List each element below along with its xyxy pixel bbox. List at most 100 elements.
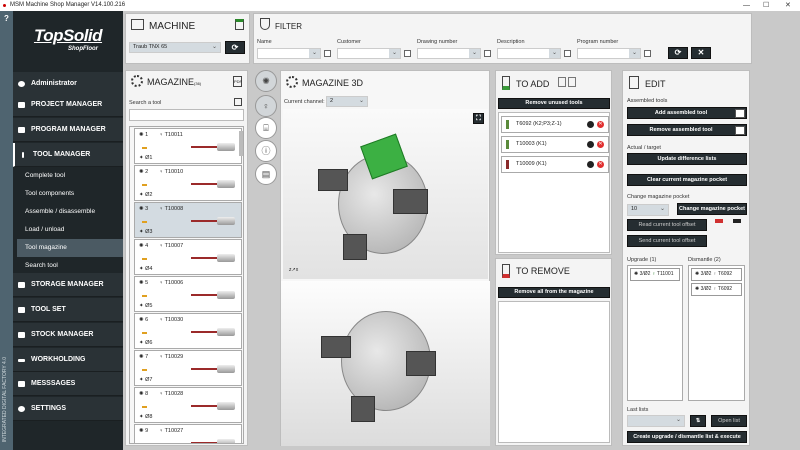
assign-icon[interactable] [587,141,594,148]
sidebar-item-tool-set[interactable]: TOOL SET [13,298,123,322]
tool-preview-image [191,402,235,410]
magazine-item[interactable]: ✺ 5 ♀ T10006 ✦ Ø5 [134,276,242,312]
sidebar-item-messages[interactable]: MESSSAGES [13,372,123,396]
filter-input[interactable]: ⌄ [257,48,321,59]
remove-unused-tools-button[interactable]: Remove unused tools [498,98,610,109]
sort-button[interactable]: ⇅ [690,415,706,427]
qr-scan-icon[interactable] [234,98,242,106]
magazine-item[interactable]: ✺ 9 ♀ T10027 ✦ Ø9 [134,424,242,443]
tool-id: ♀ T10007 [159,243,184,249]
sidebar-item-stock-manager[interactable]: STOCK MANAGER [13,323,123,347]
view-info-button[interactable]: ⓘ [255,140,277,162]
magazine-item[interactable]: ✺ 8 ♀ T10028 ✦ Ø8 [134,387,242,423]
view-tool-button[interactable]: ♀ [255,95,277,117]
sidebar-item-workholding-manager[interactable]: WORKHOLDING MANAGER [13,348,123,387]
dismantle-item[interactable]: ✺ 3/Ø2 ♀ T6092 [691,268,742,281]
holder-icon [142,179,147,186]
help-button[interactable]: ? [0,14,13,23]
pocket-label: ✦ Ø4 [139,266,153,272]
remove-all-button[interactable]: Remove all from the magazine [498,287,610,298]
magazine-item[interactable]: ✺ 4 ♀ T10007 ✦ Ø4 [134,239,242,275]
3d-viewport-bottom[interactable] [281,281,490,446]
delete-icon[interactable]: ✕ [597,141,604,148]
sidebar-sub-tool-components[interactable]: Tool components [13,185,123,203]
filter-checkbox[interactable] [324,50,331,57]
workholding-icon [18,359,25,362]
holder-model [393,189,428,214]
open-list-button[interactable]: Open list [711,415,747,427]
filter-input[interactable]: ⌄ [417,48,481,59]
channel-select[interactable]: 2 ⌄ [326,96,368,107]
pdf-icon[interactable] [558,77,566,87]
filter-checkbox[interactable] [484,50,491,57]
read-offset-icon[interactable] [715,219,723,231]
holder-model [343,234,367,260]
view-magazine-button[interactable]: ✺ [255,70,277,92]
delete-icon[interactable]: ✕ [597,161,604,168]
clear-pocket-button[interactable]: Clear current magazine pocket [627,174,747,186]
change-pocket-button[interactable]: Change magazine pocket [677,203,747,215]
filter-input[interactable]: ⌄ [497,48,561,59]
close-button[interactable]: ✕ [785,0,791,11]
search-input[interactable] [129,109,244,121]
filter-clear-button[interactable]: ✕ [691,47,711,59]
pocket-number: ✺ 3 [139,206,149,212]
create-list-execute-button[interactable]: Create upgrade / dismantle list & execut… [627,431,747,443]
pdf-icon[interactable] [568,77,576,87]
filter-checkbox[interactable] [644,50,651,57]
add-assembled-tool-button[interactable]: Add assembled tool [627,107,747,119]
filter-checkbox[interactable] [564,50,571,57]
machine-select[interactable]: Traub TNX 65 ⌄ [129,42,221,53]
sidebar-sub-load-unload[interactable]: Load / unload [13,221,123,239]
last-lists-select[interactable]: ⌄ [627,415,685,427]
to-add-label: T10009 (K1) [516,161,547,167]
export-icon[interactable] [235,19,244,30]
to-add-item[interactable]: T10003 (K1) ✕ [501,136,609,153]
pdf-export-icon[interactable]: PDF [233,76,242,87]
sidebar-item-settings[interactable]: SETTINGS [13,397,123,421]
assign-icon[interactable] [587,161,594,168]
sidebar-item-project-manager[interactable]: PROJECT MANAGER [13,93,123,117]
assign-icon[interactable] [587,121,594,128]
send-offset-button[interactable]: Send current tool offset [627,235,707,247]
refresh-machine-button[interactable]: ⟳ [225,41,245,54]
sidebar-sub-complete-tool[interactable]: Complete tool [13,167,123,185]
delete-icon[interactable]: ✕ [597,121,604,128]
read-offset-button[interactable]: Read current tool offset [627,219,707,231]
to-add-label: T10003 (K1) [516,141,547,147]
minimize-button[interactable]: — [743,0,750,11]
sidebar-item-program-manager[interactable]: PROGRAM MANAGER [13,118,123,142]
magazine-item[interactable]: ✺ 7 ♀ T10029 ✦ Ø7 [134,350,242,386]
magazine-item[interactable]: ✺ 3 ♀ T10008 ✦ Ø3 [134,202,242,238]
3d-viewport-top[interactable]: ⛶ z↗x [283,109,488,279]
sidebar-sub-assemble[interactable]: Assemble / disassemble [13,203,123,221]
magazine-item[interactable]: ✺ 1 ♀ T10011 ✦ Ø1 [134,128,242,164]
remove-assembled-tool-button[interactable]: Remove assembled tool [627,124,747,136]
upgrade-label: Upgrade (1) [627,257,657,263]
user-icon [18,81,25,87]
tool-icon [506,120,509,129]
update-difference-lists-button[interactable]: Update difference lists [627,153,747,165]
filter-checkbox[interactable] [404,50,411,57]
pocket-select[interactable]: 10 ⌄ [627,204,669,216]
sidebar-sub-tool-magazine[interactable]: Tool magazine [17,239,123,257]
magazine-item[interactable]: ✺ 2 ♀ T10010 ✦ Ø2 [134,165,242,201]
filter-input[interactable]: ⌄ [337,48,401,59]
filter-input[interactable]: ⌄ [577,48,641,59]
dismantle-item[interactable]: ✺ 3/Ø2 ♀ T6092 [691,283,742,296]
send-offset-icon[interactable] [733,219,741,231]
sidebar-item-tool-manager[interactable]: TOOL MANAGER [13,143,123,167]
view-holder-button[interactable]: ⌸ [255,117,277,139]
sidebar-item-storage-manager[interactable]: STORAGE MANAGER [13,273,123,297]
view-nc-button[interactable]: ▤ [255,163,277,185]
magazine-item[interactable]: ✺ 6 ♀ T10030 ✦ Ø6 [134,313,242,349]
filter-refresh-button[interactable]: ⟳ [668,47,688,59]
scrollbar[interactable] [239,131,243,156]
maximize-button[interactable]: ☐ [763,0,769,11]
to-add-item[interactable]: T10009 (K1) ✕ [501,156,609,173]
fullscreen-icon[interactable]: ⛶ [473,113,484,124]
tool-preview-image [191,180,235,188]
upgrade-list: ✺ 3/Ø2 ♀ T11001 [627,265,683,401]
upgrade-item[interactable]: ✺ 3/Ø2 ♀ T11001 [630,268,680,281]
to-add-item[interactable]: T6092 (K2;P3;Z-1) ✕ [501,116,609,133]
